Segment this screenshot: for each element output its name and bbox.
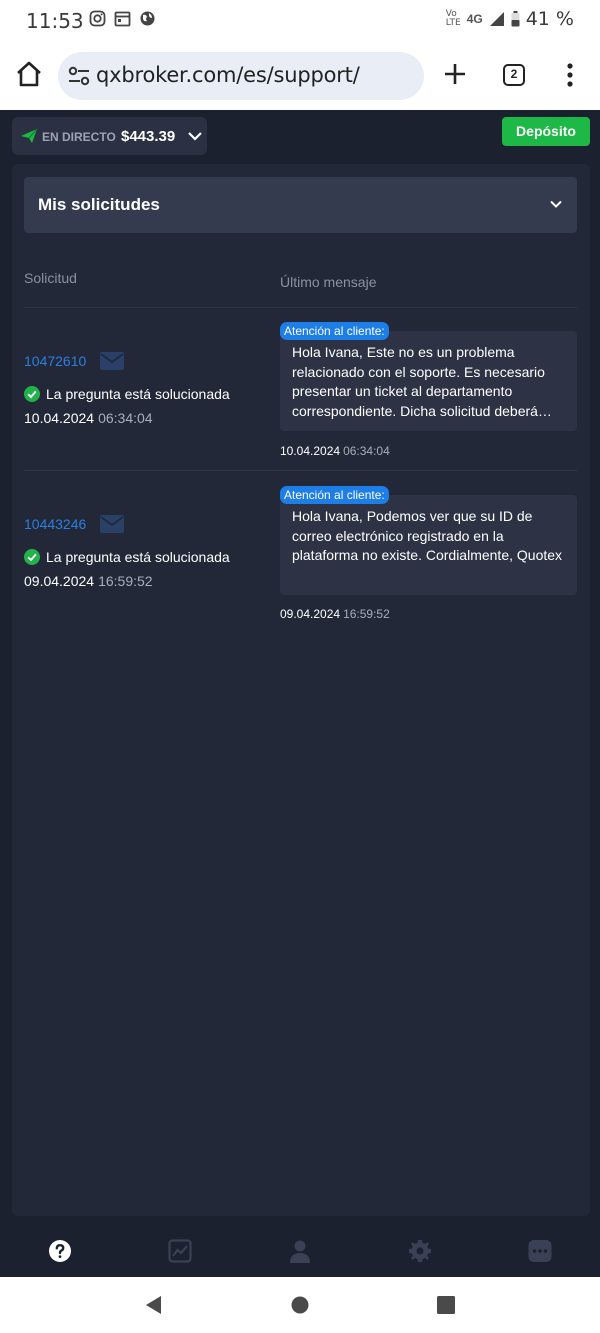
support-panel: Mis solicitudes Solicitud Último mensaje… [12, 164, 590, 1216]
gear-icon[interactable] [408, 1239, 432, 1263]
balance-value: $443.39 [121, 128, 176, 145]
table-row: 10472610 La pregunta está solucionada 10… [24, 307, 577, 471]
battery-level: 41 % [525, 8, 574, 30]
volte-indicator: Vo LTE [445, 9, 461, 28]
browser-toolbar: qxbroker.com/es/support/ 2 [0, 42, 600, 110]
column-header-last-message: Último mensaje [280, 274, 377, 290]
section-title: Mis solicitudes [38, 195, 160, 214]
site-settings-icon[interactable] [68, 66, 90, 86]
request-datetime: 10.04.2024 06:34:04 [24, 410, 153, 426]
my-requests-accordion[interactable]: Mis solicitudes [24, 177, 577, 233]
status-resolved: La pregunta está solucionada [24, 549, 230, 565]
message-time: 16:59:52 [343, 607, 390, 621]
instagram-icon [89, 10, 106, 27]
check-circle-icon [24, 549, 40, 565]
mail-icon[interactable] [100, 352, 124, 370]
message-datetime: 10.04.2024 06:34:04 [280, 444, 390, 458]
request-id-link[interactable]: 10472610 [24, 353, 86, 369]
network-type: 4G [466, 12, 483, 26]
mail-icon[interactable] [100, 515, 124, 533]
new-tab-icon[interactable] [440, 59, 470, 89]
send-icon [21, 128, 38, 143]
status-resolved: La pregunta está solucionada [24, 386, 230, 402]
system-nav-bar [0, 1277, 600, 1333]
help-icon[interactable] [48, 1239, 72, 1263]
agent-tag: Atención al cliente: [280, 322, 389, 340]
url-text: qxbroker.com/es/support/ [96, 63, 360, 87]
calendar-icon [114, 11, 131, 27]
status-time: 11:53 [26, 9, 84, 33]
back-icon[interactable] [144, 1295, 164, 1315]
chart-icon[interactable] [168, 1239, 192, 1263]
request-time: 16:59:52 [98, 573, 153, 589]
last-message-bubble[interactable]: Hola Ivana, Podemos ver que su ID de cor… [280, 495, 577, 595]
status-bar: 11:53 Vo LTE 4G 41 % [0, 0, 600, 42]
message-time: 06:34:04 [343, 444, 390, 458]
column-header-request: Solicitud [24, 270, 77, 286]
chat-icon[interactable] [528, 1239, 552, 1263]
status-text: La pregunta está solucionada [46, 386, 230, 402]
account-switcher[interactable]: EN DIRECTO $443.39 [12, 117, 207, 155]
request-id-link[interactable]: 10443246 [24, 516, 86, 532]
home-icon[interactable] [14, 59, 44, 89]
request-date: 10.04.2024 [24, 410, 95, 426]
address-bar[interactable]: qxbroker.com/es/support/ [58, 52, 424, 100]
check-circle-icon [24, 386, 40, 402]
request-time: 06:34:04 [98, 410, 153, 426]
chevron-down-icon [188, 132, 202, 141]
request-date: 09.04.2024 [24, 573, 95, 589]
deposit-button[interactable]: Depósito [502, 117, 590, 146]
user-icon[interactable] [288, 1239, 312, 1263]
request-datetime: 09.04.2024 16:59:52 [24, 573, 153, 589]
account-mode-label: EN DIRECTO [42, 130, 116, 144]
last-message-bubble[interactable]: Hola Ivana, Este no es un problema relac… [280, 331, 577, 431]
more-menu-icon[interactable] [562, 60, 578, 90]
table-row: 10443246 La pregunta está solucionada 09… [24, 471, 577, 635]
signal-icon [489, 12, 504, 26]
agent-tag: Atención al cliente: [280, 486, 389, 504]
battery-icon [511, 11, 520, 27]
recents-icon[interactable] [436, 1295, 456, 1315]
home-button-icon[interactable] [290, 1295, 310, 1315]
globe-icon [140, 11, 155, 26]
message-text: Hola Ivana, Este no es un problema relac… [292, 344, 552, 419]
message-date: 10.04.2024 [280, 444, 341, 458]
app-bottom-nav [0, 1225, 600, 1277]
message-text: Hola Ivana, Podemos ver que su ID de cor… [292, 508, 563, 563]
tab-switcher-button[interactable]: 2 [503, 64, 525, 86]
message-date: 09.04.2024 [280, 607, 341, 621]
chevron-down-icon [550, 200, 562, 208]
status-text: La pregunta está solucionada [46, 549, 230, 565]
app-header: EN DIRECTO $443.39 Depósito [0, 110, 600, 155]
message-datetime: 09.04.2024 16:59:52 [280, 607, 390, 621]
